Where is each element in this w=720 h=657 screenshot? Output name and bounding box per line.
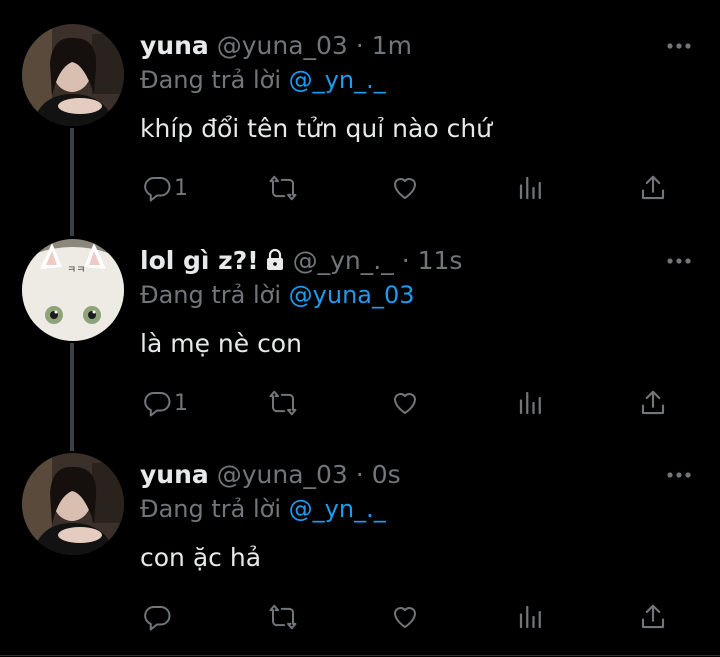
analytics-button[interactable] [516, 385, 546, 421]
share-icon [641, 604, 665, 629]
share-icon [641, 175, 665, 200]
more-icon[interactable] [666, 40, 692, 52]
display-name[interactable]: lol gì z?! [140, 246, 259, 275]
avatar[interactable] [22, 24, 124, 126]
replying-to: Đang trả lời @_yn_._ [140, 64, 386, 96]
action-bar [140, 599, 680, 635]
action-bar: 1 [140, 385, 680, 421]
retweet-icon [269, 604, 297, 630]
share-button[interactable] [638, 170, 668, 206]
like-icon [394, 178, 416, 199]
timestamp[interactable]: 11s [418, 246, 463, 275]
reply-button[interactable]: 1 [142, 170, 188, 206]
tweet-header: yuna @yuna_03 · 0s [140, 459, 401, 491]
avatar[interactable] [22, 453, 124, 555]
tweet-text: khíp đổi tên tửn quỉ nào chứ [140, 114, 493, 143]
analytics-icon [519, 176, 541, 200]
user-handle[interactable]: @yuna_03 [217, 31, 348, 60]
tweet[interactable]: yuna @yuna_03 · 1m Đang trả lời @_yn_._ … [0, 24, 720, 220]
display-name[interactable]: yuna [140, 460, 209, 489]
user-handle[interactable]: @yuna_03 [217, 460, 348, 489]
share-button[interactable] [638, 599, 668, 635]
replying-to-label: Đang trả lời [140, 281, 282, 309]
like-icon [394, 607, 416, 628]
more-icon[interactable] [666, 469, 692, 481]
analytics-icon [519, 605, 541, 629]
reply-button[interactable] [142, 599, 174, 635]
tweet[interactable]: yuna @yuna_03 · 0s Đang trả lời @_yn_._ … [0, 453, 720, 649]
like-button[interactable] [390, 599, 420, 635]
share-button[interactable] [638, 385, 668, 421]
separator-dot: · [355, 31, 364, 60]
lock-icon [266, 248, 283, 270]
replying-to-label: Đang trả lời [140, 66, 282, 94]
like-button[interactable] [390, 385, 420, 421]
reply-icon [144, 606, 171, 631]
share-icon [641, 390, 665, 415]
timestamp[interactable]: 0s [372, 460, 401, 489]
timestamp[interactable]: 1m [372, 31, 412, 60]
display-name[interactable]: yuna [140, 31, 209, 60]
replying-to-label: Đang trả lời [140, 495, 282, 523]
mention-link[interactable]: @_yn_._ [289, 66, 386, 94]
replying-to: Đang trả lời @yuna_03 [140, 279, 415, 311]
avatar-caption: ㅋㅋ [67, 265, 85, 276]
mention-link[interactable]: @yuna_03 [289, 281, 415, 309]
mention-link[interactable]: @_yn_._ [289, 495, 386, 523]
reply-icon [144, 392, 171, 417]
reply-count: 1 [174, 390, 188, 416]
user-handle[interactable]: @_yn_._ [293, 246, 394, 275]
replying-to: Đang trả lời @_yn_._ [140, 493, 386, 525]
separator-dot: · [355, 460, 364, 489]
reply-icon [144, 177, 171, 202]
divider [0, 655, 720, 656]
retweet-button[interactable] [268, 599, 298, 635]
separator-dot: · [401, 246, 410, 275]
tweet-header: yuna @yuna_03 · 1m [140, 30, 412, 62]
retweet-icon [269, 175, 297, 201]
analytics-button[interactable] [516, 170, 546, 206]
reply-count: 1 [174, 175, 188, 201]
analytics-icon [519, 391, 541, 415]
tweet[interactable]: ㅋㅋ lol gì z?! @_yn_._ · 11s Đang trả lời … [0, 239, 720, 435]
analytics-button[interactable] [516, 599, 546, 635]
tweet-text: con ặc hả [140, 543, 262, 572]
tweet-text: là mẹ nè con [140, 329, 302, 358]
retweet-button[interactable] [268, 385, 298, 421]
like-icon [394, 393, 416, 414]
like-button[interactable] [390, 170, 420, 206]
tweet-header: lol gì z?! @_yn_._ · 11s [140, 245, 462, 277]
retweet-icon [269, 390, 297, 416]
retweet-button[interactable] [268, 170, 298, 206]
more-icon[interactable] [666, 255, 692, 267]
action-bar: 1 [140, 170, 680, 206]
avatar[interactable]: ㅋㅋ [22, 239, 124, 341]
reply-button[interactable]: 1 [142, 385, 188, 421]
